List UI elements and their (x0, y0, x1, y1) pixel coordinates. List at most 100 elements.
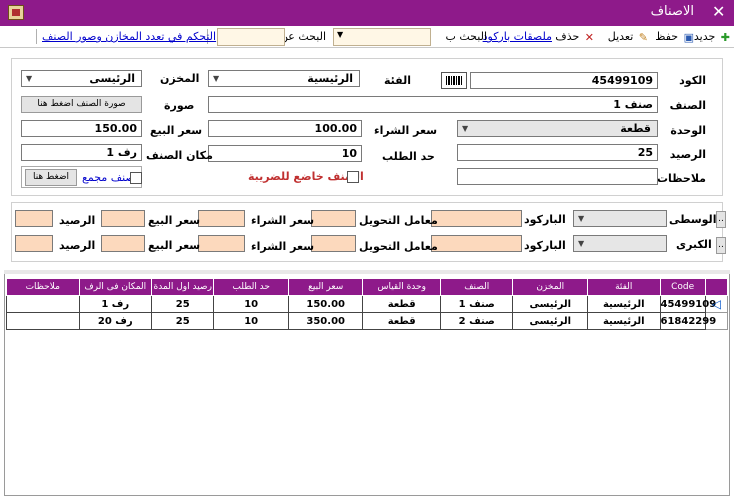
sale-price-label: سعر البيع (148, 239, 201, 252)
cell-store[interactable]: الرئيسى (512, 312, 588, 330)
cell-reorder-limit[interactable]: 10 (213, 312, 289, 330)
code-field[interactable]: 45499109 (470, 72, 658, 89)
cell-item[interactable]: صنف 2 (439, 312, 514, 330)
barcode-labels-link[interactable]: ملصقات باركود (483, 28, 552, 45)
barcode-label: الباركود (524, 239, 566, 252)
unit-select[interactable]: ▼ قطعة (457, 120, 658, 137)
cell-category[interactable]: الرئيسية (587, 312, 661, 330)
app-icon (8, 5, 24, 20)
conversion-factor-label: معامل التحويل (359, 240, 438, 253)
purchase-price-field[interactable] (198, 210, 245, 227)
warehouse-control-link[interactable]: التحكم في تعدد المخازن وصور الصنف (42, 28, 216, 45)
column-header-unit[interactable]: وحدة القياس (362, 278, 441, 296)
cell-code[interactable]: 45499109 (659, 295, 716, 313)
delete-label: حذف (555, 30, 580, 43)
compound-item-checkbox[interactable] (130, 172, 142, 184)
balance-label: الرصيد (59, 214, 96, 227)
cell-opening-balance[interactable]: 25 (150, 295, 215, 313)
column-header-opening-balance[interactable]: رصيد اول المدة (150, 278, 215, 296)
sale-price-field[interactable] (101, 210, 145, 227)
barcode-field[interactable] (431, 235, 522, 252)
conversion-factor-field[interactable] (311, 235, 356, 252)
sale-price-field[interactable]: 150.00 (21, 120, 142, 137)
column-header-sale-price[interactable]: سعر البيع (287, 278, 364, 296)
cell-sale-price[interactable]: 150.00 (287, 295, 364, 313)
items-grid: ملاحظات المكان فى الرف رصيد اول المدة حد… (6, 278, 729, 330)
cell-notes[interactable] (6, 295, 80, 313)
balance-field[interactable] (15, 210, 53, 227)
balance-label: الرصيد (669, 148, 706, 161)
barcode-icon[interactable] (441, 72, 467, 89)
column-header-store[interactable]: المخزن (512, 278, 588, 296)
balance-field[interactable] (15, 235, 53, 252)
cell-store[interactable]: الرئيسى (512, 295, 588, 313)
unit-expand-button[interactable]: .. (716, 237, 726, 254)
column-header-reorder-limit[interactable]: حد الطلب (213, 278, 289, 296)
title-bar: الاصناف ✕ (0, 0, 734, 26)
compound-item-label: صنف مجمع (82, 171, 135, 184)
new-button[interactable]: جديد ✚ (694, 28, 730, 45)
cell-unit[interactable]: قطعة (362, 312, 441, 330)
chevron-down-icon: ▼ (578, 214, 585, 223)
unit-name-label: الوسطى (669, 213, 717, 226)
table-row[interactable]: رف 20 25 10 350.00 قطعة صنف 2 الرئيسى ال… (6, 312, 729, 330)
notes-label: ملاحظات (657, 172, 706, 185)
reorder-limit-label: حد الطلب (382, 150, 435, 163)
purchase-price-field[interactable]: 100.00 (208, 120, 362, 137)
column-header-shelf[interactable]: المكان فى الرف (78, 278, 152, 296)
cell-notes[interactable] (6, 312, 80, 330)
cell-opening-balance[interactable]: 25 (150, 312, 215, 330)
delete-button[interactable]: حذف ✕ (555, 28, 594, 45)
chevron-down-icon: ▼ (337, 30, 344, 39)
column-header-row-selector (704, 278, 729, 296)
category-value: الرئيسية (307, 72, 353, 85)
cell-item[interactable]: صنف 1 (439, 295, 514, 313)
item-image-button[interactable]: صورة الصنف اضغط هنا (21, 96, 142, 113)
save-button[interactable]: حفظ ▣ (655, 28, 694, 45)
unit-name-label: الكبرى (676, 238, 712, 251)
cell-shelf[interactable]: رف 1 (78, 295, 152, 313)
purchase-price-field[interactable] (198, 235, 245, 252)
sale-price-field[interactable] (101, 235, 145, 252)
balance-field[interactable]: 25 (457, 144, 658, 161)
column-header-notes[interactable]: ملاحظات (6, 278, 80, 296)
column-header-item[interactable]: الصنف (439, 278, 514, 296)
cell-code[interactable]: 61842299 (659, 312, 716, 330)
search-by-select[interactable]: ▼ (333, 28, 431, 46)
notes-field[interactable] (457, 168, 658, 185)
edit-label: تعديل (607, 30, 634, 43)
category-select[interactable]: ▼ الرئيسية (208, 70, 360, 87)
store-select[interactable]: ▼ الرئيسى (21, 70, 142, 87)
cell-shelf[interactable]: رف 20 (78, 312, 152, 330)
delete-icon: ✕ (584, 30, 594, 44)
close-icon[interactable]: ✕ (712, 2, 725, 21)
cell-category[interactable]: الرئيسية (587, 295, 661, 313)
sale-price-label: سعر البيع (148, 214, 201, 227)
category-label: الفئة (384, 74, 411, 87)
location-field[interactable]: رف 1 (21, 144, 142, 161)
add-icon: ✚ (720, 30, 730, 44)
barcode-field[interactable] (431, 210, 522, 227)
cell-reorder-limit[interactable]: 10 (213, 295, 289, 313)
purchase-price-label: سعر الشراء (251, 214, 315, 227)
column-header-category[interactable]: الفئة (587, 278, 661, 296)
pencil-icon: ✎ (638, 30, 648, 44)
cell-sale-price[interactable]: 350.00 (287, 312, 364, 330)
chevron-down-icon: ▼ (213, 74, 220, 83)
unit-expand-button[interactable]: .. (716, 211, 726, 228)
search-input[interactable] (217, 28, 285, 46)
cell-unit[interactable]: قطعة (362, 295, 441, 313)
search-by-label: البحث ب (445, 30, 487, 43)
unit-select[interactable]: ▼ (573, 210, 667, 227)
reorder-limit-field[interactable]: 10 (208, 145, 362, 162)
item-name-field[interactable]: صنف 1 (208, 96, 658, 113)
conversion-factor-field[interactable] (311, 210, 356, 227)
table-row[interactable]: رف 1 25 10 150.00 قطعة صنف 1 الرئيسى الر… (6, 295, 729, 313)
save-label: حفظ (655, 30, 679, 43)
click-here-button[interactable]: اضغط هنا (25, 169, 77, 186)
edit-button[interactable]: تعديل ✎ (608, 28, 648, 45)
taxable-checkbox[interactable] (347, 171, 359, 183)
purchase-price-label: سعر الشراء (251, 240, 315, 253)
column-header-code[interactable]: Code (659, 278, 706, 296)
unit-select[interactable]: ▼ (573, 235, 667, 252)
